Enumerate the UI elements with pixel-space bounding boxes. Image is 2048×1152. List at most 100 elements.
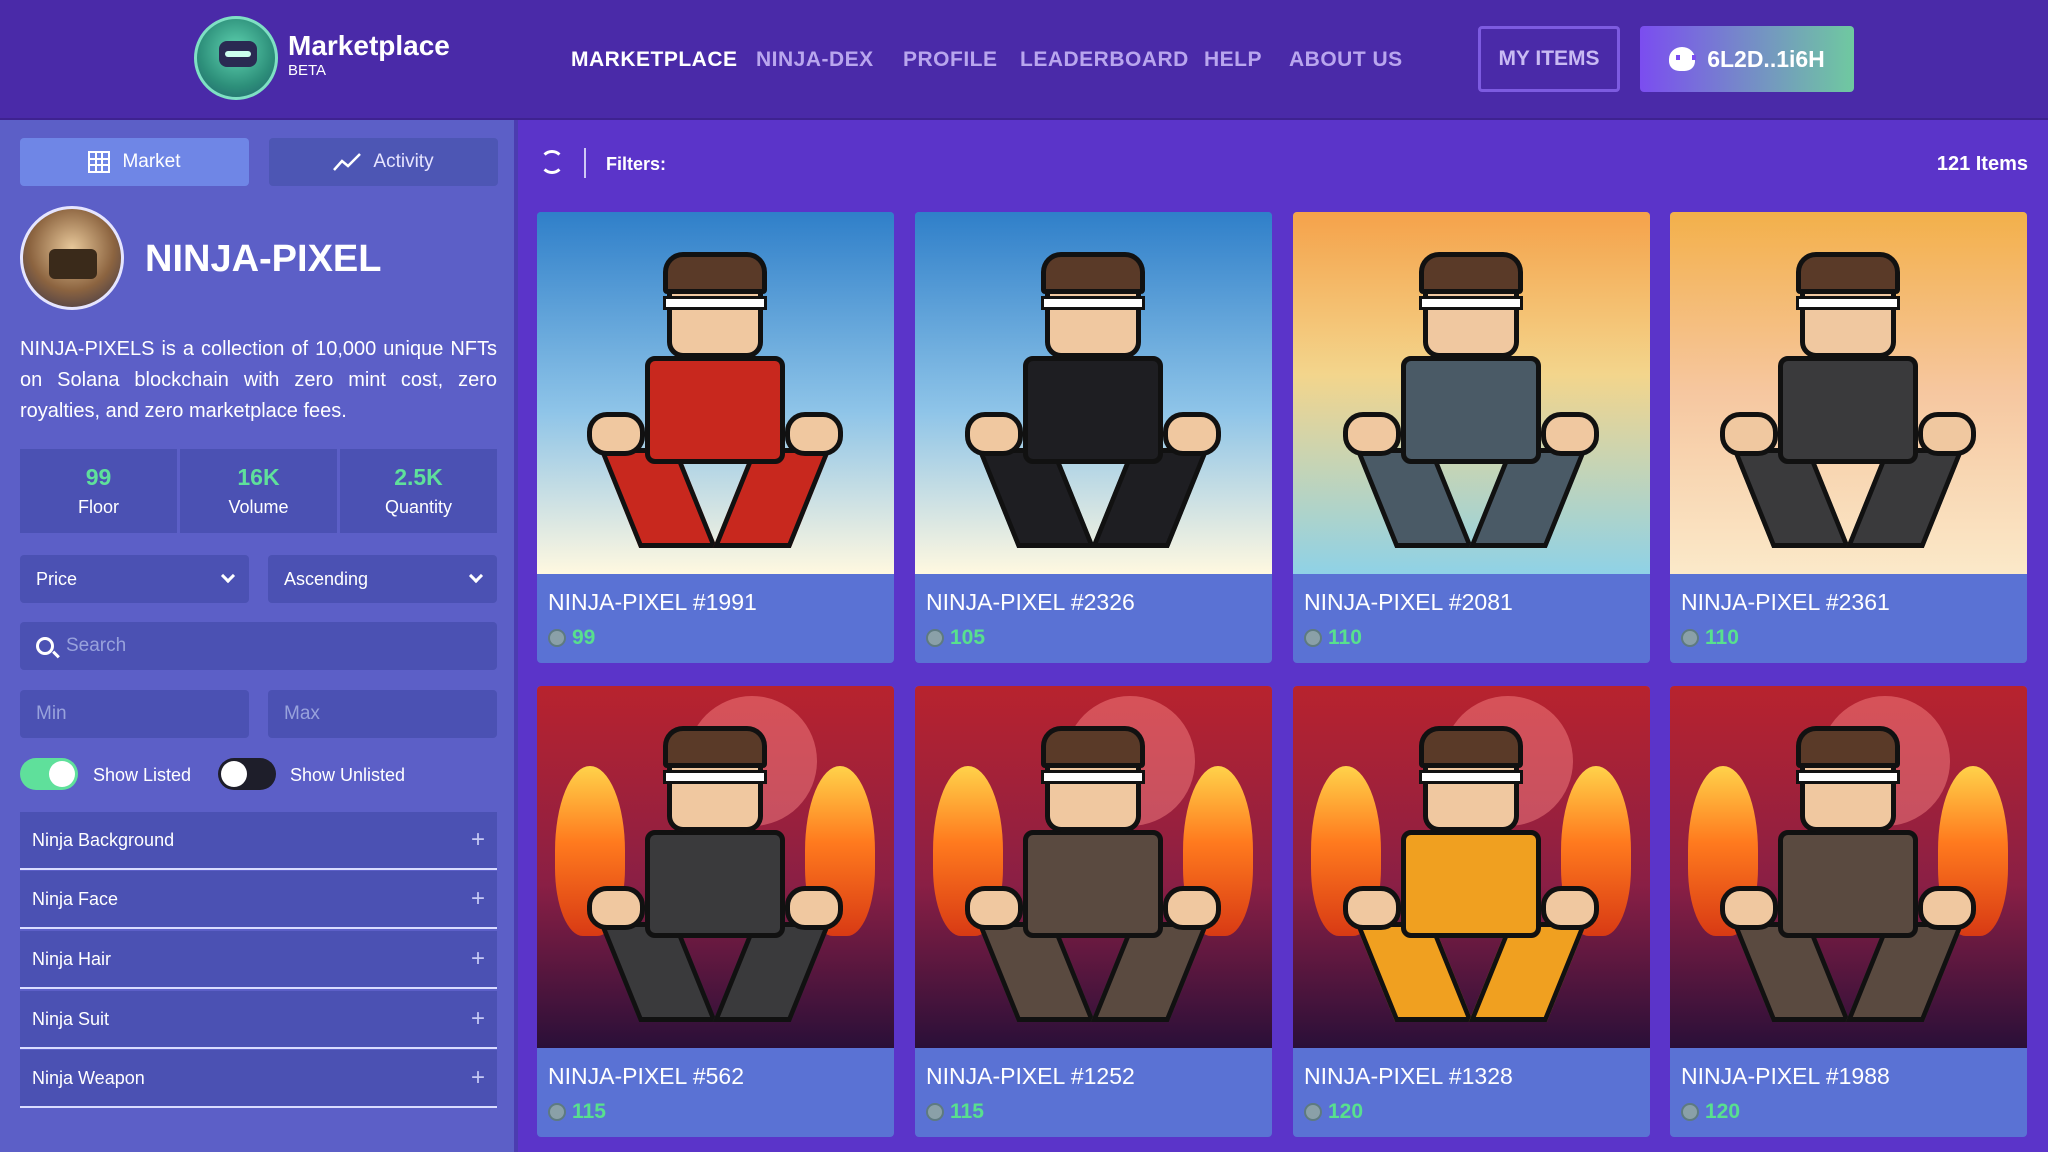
nav-leaderboard[interactable]: LEADERBOARD [1020, 48, 1189, 72]
nft-price: 115 [926, 1100, 984, 1124]
trait-ninja-background[interactable]: Ninja Background + [20, 812, 497, 870]
nft-price-value: 120 [1705, 1100, 1741, 1123]
sort-field-select[interactable]: Price [20, 555, 249, 603]
ninja-character [1720, 252, 1976, 552]
brand-title[interactable]: Marketplace [288, 30, 450, 62]
show-unlisted-toggle[interactable] [218, 758, 276, 790]
nft-price-value: 120 [1328, 1100, 1364, 1123]
my-items-button[interactable]: MY ITEMS [1478, 26, 1620, 92]
collection-title: NINJA-PIXEL [145, 238, 382, 280]
nft-price-value: 115 [572, 1100, 606, 1123]
trait-label: Ninja Background [32, 829, 175, 850]
ninja-logo-icon[interactable] [194, 16, 278, 100]
nft-card[interactable]: NINJA-PIXEL #2361 110 [1670, 212, 2027, 663]
grid-icon [88, 151, 111, 173]
nft-price-value: 105 [950, 626, 986, 649]
trend-line-icon [333, 153, 362, 171]
trait-label: Ninja Weapon [32, 1067, 145, 1088]
collection-description: NINJA-PIXELS is a collection of 10,000 u… [20, 338, 497, 422]
plus-icon: + [470, 945, 485, 972]
nft-card[interactable]: NINJA-PIXEL #1988 120 [1670, 686, 2027, 1137]
sort-order-value: Ascending [284, 568, 369, 589]
nft-image [537, 212, 894, 574]
nav-about-us[interactable]: ABOUT US [1289, 48, 1403, 72]
nft-price-value: 110 [1328, 626, 1362, 649]
trait-label: Ninja Hair [32, 948, 112, 969]
nft-card[interactable]: NINJA-PIXEL #1991 99 [537, 212, 894, 663]
nav-ninja-dex[interactable]: NINJA-DEX [756, 48, 874, 72]
search-input[interactable] [66, 635, 497, 657]
results-toolbar: Filters: 121 Items [518, 120, 2048, 206]
stat-label: Floor [77, 497, 119, 517]
stat-floor: 99 Floor [20, 449, 177, 533]
stat-label: Volume [228, 497, 289, 517]
nft-price: 110 [1681, 626, 1739, 650]
sort-order-select[interactable]: Ascending [268, 555, 497, 603]
top-navigation-bar: Marketplace BETA MARKETPLACE NINJA-DEX P… [0, 0, 2048, 120]
tab-activity-label: Activity [373, 151, 434, 172]
plus-icon: + [470, 1005, 485, 1032]
toggle-knob [221, 761, 247, 787]
sort-field-value: Price [36, 568, 78, 589]
nft-price: 120 [1304, 1100, 1363, 1124]
min-price-input[interactable] [36, 703, 249, 725]
coin-icon [926, 1103, 944, 1121]
nft-card[interactable]: NINJA-PIXEL #2081 110 [1293, 212, 1650, 663]
nft-price-value: 110 [1705, 626, 1739, 649]
nft-card[interactable]: NINJA-PIXEL #1328 120 [1293, 686, 1650, 1137]
search-icon [36, 637, 54, 655]
nft-image [537, 686, 894, 1048]
beta-badge: BETA [288, 62, 327, 79]
max-price-input[interactable] [284, 703, 497, 725]
stat-label: Quantity [384, 497, 453, 517]
wallet-address: 6L2D..1i6H [1707, 45, 1825, 72]
nft-price: 110 [1304, 626, 1362, 650]
coin-icon [548, 629, 566, 647]
nft-image [1670, 212, 2027, 574]
nft-image [915, 686, 1272, 1048]
nft-price: 115 [548, 1100, 606, 1124]
show-listed-toggle[interactable] [20, 758, 78, 790]
plus-icon: + [470, 1064, 485, 1091]
nft-image [1670, 686, 2027, 1048]
refresh-icon[interactable] [540, 150, 564, 174]
wallet-button[interactable]: 6L2D..1i6H [1640, 26, 1854, 92]
nft-price: 105 [926, 626, 985, 650]
tab-market[interactable]: Market [20, 138, 249, 186]
nft-card[interactable]: NINJA-PIXEL #562 115 [537, 686, 894, 1137]
chevron-down-icon [220, 568, 236, 584]
plus-icon: + [470, 885, 485, 912]
nft-price-value: 99 [572, 626, 596, 649]
trait-ninja-face[interactable]: Ninja Face + [20, 871, 497, 929]
ninja-character [965, 252, 1221, 552]
trait-ninja-hair[interactable]: Ninja Hair + [20, 931, 497, 989]
trait-label: Ninja Suit [32, 1008, 110, 1029]
trait-ninja-weapon[interactable]: Ninja Weapon + [20, 1050, 497, 1108]
nft-price: 120 [1681, 1100, 1740, 1124]
nft-image [1293, 212, 1650, 574]
nft-name: NINJA-PIXEL #1252 [926, 1063, 1135, 1089]
nav-profile[interactable]: PROFILE [903, 48, 998, 72]
nav-help[interactable]: HELP [1204, 48, 1262, 72]
nft-card[interactable]: NINJA-PIXEL #1252 115 [915, 686, 1272, 1137]
ninja-character [587, 252, 843, 552]
phantom-ghost-icon [1669, 47, 1697, 71]
show-listed-label: Show Listed [93, 765, 192, 785]
plus-icon: + [470, 826, 485, 853]
ninja-character [1343, 726, 1599, 1026]
trait-ninja-suit[interactable]: Ninja Suit + [20, 991, 497, 1049]
max-price-box [268, 690, 497, 738]
tab-market-label: Market [122, 151, 181, 172]
nav-marketplace[interactable]: MARKETPLACE [571, 48, 738, 72]
coin-icon [1304, 629, 1322, 647]
nft-card[interactable]: NINJA-PIXEL #2326 105 [915, 212, 1272, 663]
nft-image [915, 212, 1272, 574]
toolbar-divider [584, 148, 586, 178]
filters-label: Filters: [606, 154, 667, 174]
coin-icon [1681, 629, 1699, 647]
nft-name: NINJA-PIXEL #1991 [548, 589, 757, 615]
nft-name: NINJA-PIXEL #2326 [926, 589, 1135, 615]
tab-activity[interactable]: Activity [269, 138, 498, 186]
ninja-character [1343, 252, 1599, 552]
item-count: 121 Items [1936, 153, 2028, 175]
